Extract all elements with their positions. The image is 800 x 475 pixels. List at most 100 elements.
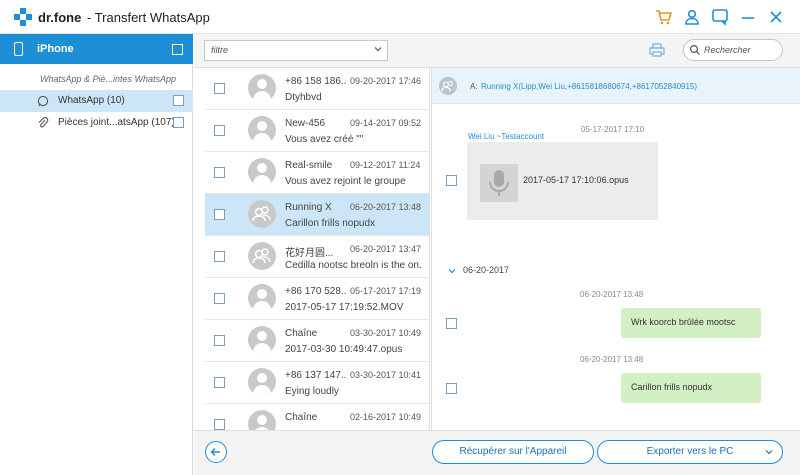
feedback-icon[interactable] (711, 8, 729, 26)
conversation-list: +86 158 186... 09-20-2017 17:46 Dtyhbvd … (205, 68, 430, 430)
device-checkbox[interactable] (172, 44, 183, 55)
export-to-pc-button[interactable]: Exporter vers le PC (597, 440, 783, 464)
close-icon[interactable] (767, 8, 785, 26)
conversation-preview: Vous avez créé "" (285, 134, 364, 145)
attachment-name: 2017-05-17 17:10:06.opus (523, 175, 629, 185)
chevron-down-icon[interactable] (764, 447, 774, 457)
conversation-name: Chaîne (285, 412, 318, 423)
group-icon (439, 77, 457, 95)
restore-to-device-button[interactable]: Récupérer sur l'Appareil (432, 440, 594, 464)
chat-header: A: Running X(Lipp,Wei Liu,+8615818680674… (432, 68, 800, 104)
conversation-preview: 2017-05-17 17:19:52.MOV (285, 302, 404, 313)
conversation-checkbox[interactable] (214, 251, 225, 262)
conversation-checkbox[interactable] (214, 377, 225, 388)
message-bubble: Carillon frills nopudx (621, 373, 761, 403)
chat-panel: A: Running X(Lipp,Wei Liu,+8615818680674… (431, 68, 800, 430)
conversation-item[interactable]: Chaîne 02-16-2017 10:49 (205, 404, 429, 430)
conversation-date: 05-17-2017 17:19 (350, 286, 422, 296)
conversation-checkbox[interactable] (214, 83, 225, 94)
conversation-name: New-456 (285, 118, 326, 129)
conversation-date: 09-20-2017 17:46 (350, 76, 422, 86)
conversation-item[interactable]: +86 158 186... 09-20-2017 17:46 Dtyhbvd (205, 68, 429, 110)
microphone-icon (480, 164, 518, 202)
message-checkbox[interactable] (446, 175, 457, 186)
sidebar-item-label: Pièces joint...atsApp (107) (58, 117, 175, 128)
group-avatar (248, 242, 276, 270)
message-time: 06-20-2017 13:48 (580, 290, 644, 299)
chevron-down-icon[interactable] (448, 267, 456, 275)
chevron-down-icon (374, 47, 382, 52)
conversation-checkbox[interactable] (214, 167, 225, 178)
message-checkbox[interactable] (446, 318, 457, 329)
conversation-date: 03-30-2017 10:49 (350, 328, 422, 338)
sidebar-item-checkbox[interactable] (173, 117, 184, 128)
conversation-item[interactable]: +86 137 147... 03-30-2017 10:41 Eying lo… (205, 362, 429, 404)
window-title: - Transfert WhatsApp (87, 10, 210, 25)
search-box[interactable]: Rechercher (683, 39, 783, 61)
conversation-checkbox[interactable] (214, 335, 225, 346)
bottom-bar: Récupérer sur l'Appareil Exporter vers l… (194, 430, 800, 475)
export-label: Exporter vers le PC (646, 446, 734, 457)
conversation-item[interactable]: +86 170 528... 05-17-2017 17:19 2017-05-… (205, 278, 429, 320)
audio-attachment[interactable]: 2017-05-17 17:10:06.opus (467, 142, 658, 220)
conversation-date: 02-16-2017 10:49 (350, 412, 422, 422)
title-bar: dr.fone - Transfert WhatsApp (0, 0, 800, 34)
conversation-name: +86 170 528... (285, 286, 347, 297)
conversation-date: 09-14-2017 09:52 (350, 118, 422, 128)
message-checkbox[interactable] (446, 383, 457, 394)
conversation-item[interactable]: Real-smile 09-12-2017 11:24 Vous avez re… (205, 152, 429, 194)
filter-dropdown[interactable]: filtre (204, 40, 388, 61)
conversation-date: 03-30-2017 10:41 (350, 370, 422, 380)
sidebar-item-attachments[interactable]: Pièces joint...atsApp (107) (0, 112, 193, 134)
print-icon[interactable] (649, 43, 665, 57)
group-avatar (248, 200, 276, 228)
date-separator: 06-20-2017 (463, 265, 510, 275)
drfone-logo-icon (14, 8, 32, 26)
conversation-item[interactable]: Running X 06-20-2017 13:48 Carillon fril… (205, 194, 429, 236)
message-time: 05-17-2017 17:10 (581, 125, 645, 134)
conversation-preview: Dtyhbvd (285, 92, 322, 103)
group-icon (252, 206, 271, 222)
conversation-preview: Cedilla nootsc breoln is the on... (285, 260, 421, 271)
conversation-item[interactable]: Chaîne 03-30-2017 10:49 2017-03-30 10:49… (205, 320, 429, 362)
cart-icon[interactable] (654, 8, 672, 26)
brand-name: dr.fone (38, 10, 82, 25)
avatar (248, 116, 276, 144)
avatar (248, 158, 276, 186)
message-sender: Wei Liu ~Testaccount (468, 132, 545, 141)
message-bubble: Wrk koorcb brûlée mootsc (621, 308, 761, 338)
whatsapp-icon (37, 95, 49, 107)
message-time: 06-20-2017 13:48 (580, 355, 644, 364)
conversation-name: Running X (285, 202, 332, 213)
user-icon[interactable] (683, 8, 701, 26)
conversation-name: +86 137 147... (285, 370, 347, 381)
sidebar-item-checkbox[interactable] (173, 95, 184, 106)
arrow-left-icon (210, 447, 220, 457)
back-button[interactable] (205, 441, 227, 463)
conversation-date: 06-20-2017 13:47 (350, 244, 422, 254)
group-icon (252, 248, 271, 264)
conversation-item[interactable]: New-456 09-14-2017 09:52 Vous avez créé … (205, 110, 429, 152)
avatar (248, 326, 276, 354)
device-row[interactable]: iPhone (0, 34, 193, 64)
avatar (248, 74, 276, 102)
conversation-preview: 2017-03-30 10:49:47.opus (285, 344, 403, 355)
device-name: iPhone (37, 43, 74, 55)
conversation-item[interactable]: 花好月圆... 06-20-2017 13:47 Cedilla nootsc … (205, 236, 429, 278)
conversation-preview: Vous avez rejoint le groupe (285, 176, 406, 187)
conversation-checkbox[interactable] (214, 209, 225, 220)
search-input[interactable]: Rechercher (704, 45, 751, 55)
conversation-checkbox[interactable] (214, 293, 225, 304)
conversation-preview: Eying loudly (285, 386, 339, 397)
conversation-name: 花好月圆... (285, 248, 334, 259)
conversation-checkbox[interactable] (214, 419, 225, 430)
sidebar-item-whatsapp[interactable]: WhatsApp (10) (0, 90, 193, 112)
conversation-checkbox[interactable] (214, 125, 225, 136)
conversation-name: Real-smile (285, 160, 333, 171)
avatar (248, 368, 276, 396)
conversation-date: 09-12-2017 11:24 (350, 160, 421, 170)
avatar (248, 284, 276, 312)
search-icon (689, 44, 700, 55)
minimize-icon[interactable] (739, 8, 757, 26)
filter-value: filtre (211, 45, 229, 55)
